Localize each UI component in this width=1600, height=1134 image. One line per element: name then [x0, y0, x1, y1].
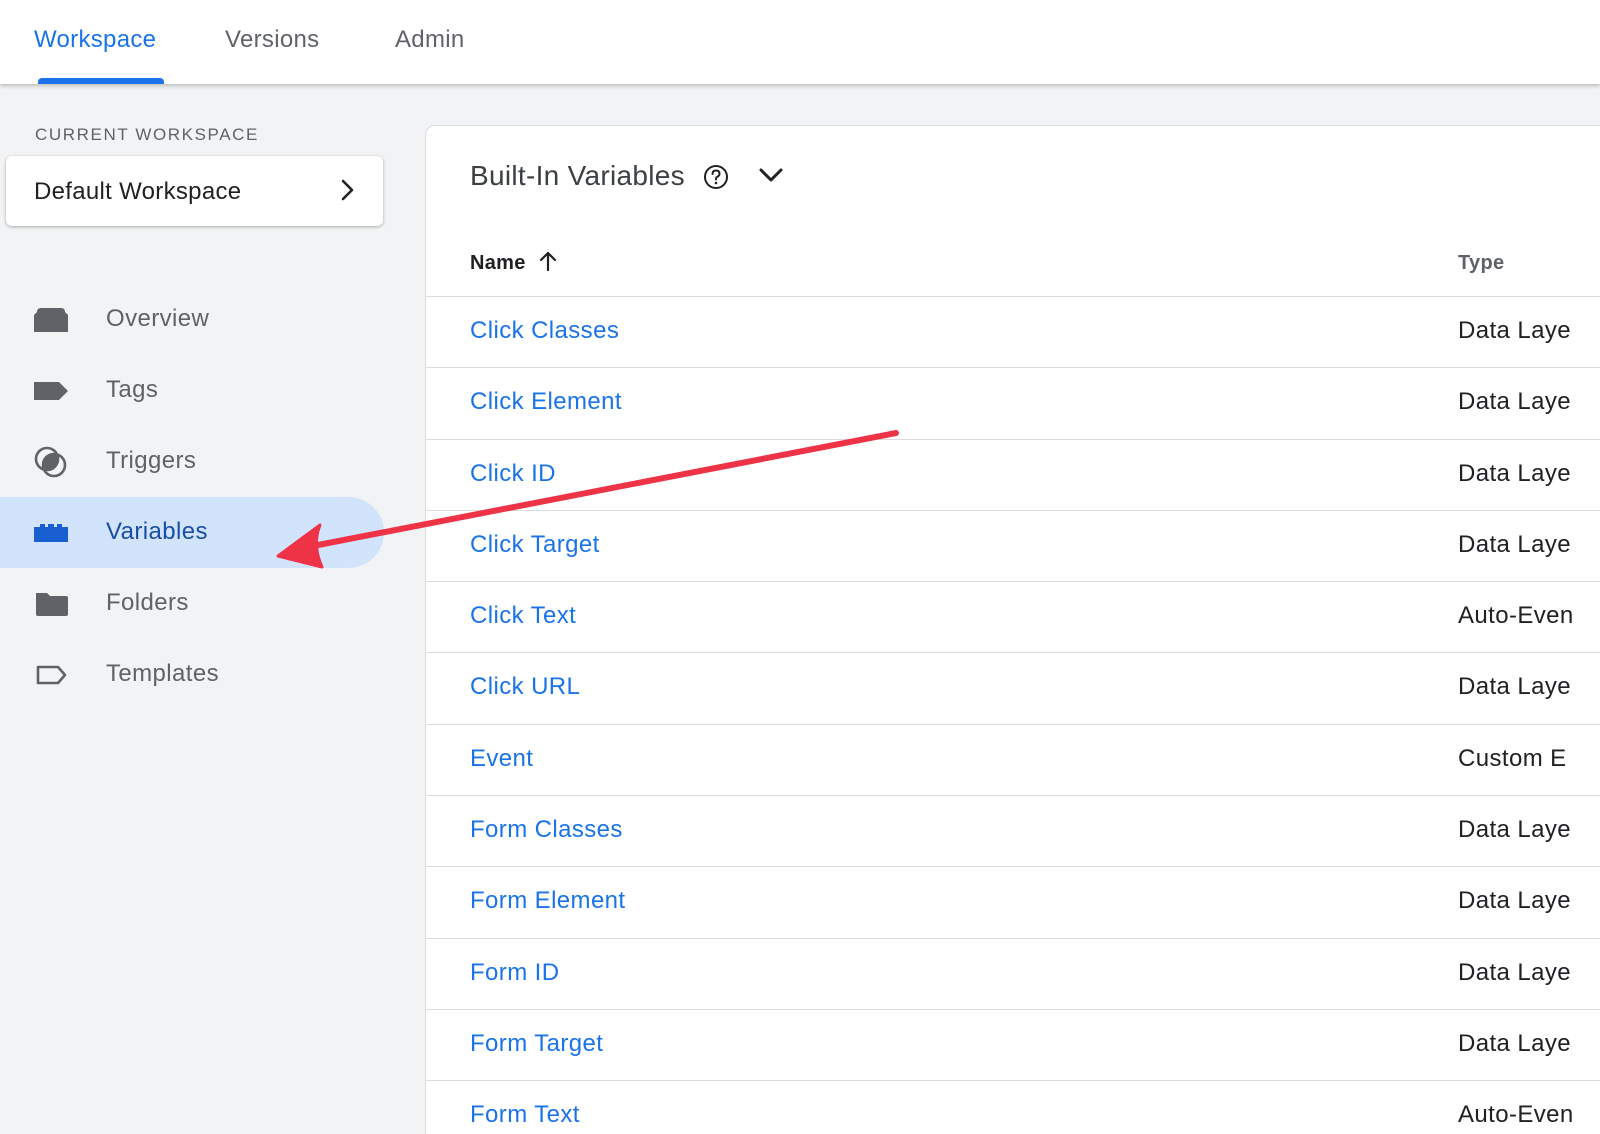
tab-versions[interactable]: Versions	[225, 26, 319, 54]
variable-type: Auto-Even	[1458, 1101, 1574, 1129]
variable-name-link[interactable]: Click Classes	[470, 317, 619, 345]
variable-name-link[interactable]: Click Target	[470, 531, 600, 559]
column-header-type: Type	[1458, 252, 1505, 274]
variable-type: Data Laye	[1458, 887, 1572, 915]
variable-name-link[interactable]: Click Element	[470, 388, 622, 416]
variables-table: Click Classes Data Laye Click Element Da…	[426, 297, 1600, 1134]
workspace-name: Default Workspace	[34, 178, 242, 205]
card-title: Built-In Variables	[470, 160, 685, 191]
variable-name-link[interactable]: Form ID	[470, 959, 559, 987]
column-header-name[interactable]: Name	[470, 252, 526, 275]
variable-type: Data Laye	[1458, 317, 1572, 344]
variable-name-link[interactable]: Click Text	[470, 602, 576, 630]
variable-type: Data Laye	[1458, 958, 1572, 986]
variables-icon	[34, 524, 68, 542]
active-tab-indicator	[38, 78, 164, 84]
variable-type: Data Laye	[1458, 530, 1572, 558]
table-row: Click Element Data Laye	[426, 368, 1600, 440]
table-row: Click Target Data Laye	[426, 511, 1600, 583]
variable-name-link[interactable]: Click ID	[470, 460, 556, 488]
trigger-icon	[34, 446, 67, 478]
workspace-selector[interactable]: Default Workspace	[6, 156, 383, 226]
table-row: Click Classes Data Laye	[426, 297, 1600, 369]
sidebar-item-label: Templates	[106, 660, 219, 687]
sidebar-item-variables[interactable]: Variables	[0, 497, 384, 568]
overview-icon	[34, 308, 68, 332]
variable-type: Data Laye	[1458, 673, 1572, 701]
built-in-variables-card: Built-In Variables Name Type Click Class…	[425, 125, 1600, 1134]
variable-type: Data Laye	[1458, 388, 1572, 416]
sidebar-item-overview[interactable]: Overview	[0, 284, 384, 355]
chevron-right-icon	[341, 179, 354, 201]
table-row: Form Classes Data Laye	[426, 796, 1600, 868]
sidebar-item-tags[interactable]: Tags	[0, 355, 384, 426]
template-icon	[36, 665, 67, 685]
tab-workspace[interactable]: Workspace	[34, 26, 156, 54]
variable-name-link[interactable]: Event	[470, 745, 533, 773]
sidebar-item-templates[interactable]: Templates	[0, 639, 384, 710]
tag-icon	[34, 382, 68, 400]
current-workspace-label: CURRENT WORKSPACE	[35, 125, 259, 144]
sidebar-item-folders[interactable]: Folders	[0, 568, 384, 639]
variable-type: Custom E	[1458, 744, 1567, 772]
folder-icon	[36, 593, 68, 616]
variable-name-link[interactable]: Form Element	[470, 887, 626, 915]
variable-name-link[interactable]: Form Target	[470, 1030, 603, 1058]
table-row: Event Custom E	[426, 725, 1600, 797]
help-icon[interactable]	[703, 164, 729, 190]
table-row: Form Text Auto-Even	[426, 1081, 1600, 1134]
sidebar-item-label: Triggers	[106, 447, 197, 474]
table-row: Form ID Data Laye	[426, 939, 1600, 1010]
sidebar-item-label: Folders	[106, 589, 189, 616]
table-row: Form Element Data Laye	[426, 867, 1600, 939]
table-row: Form Target Data Laye	[426, 1010, 1600, 1082]
tab-admin[interactable]: Admin	[395, 26, 465, 54]
variable-type: Data Laye	[1458, 459, 1572, 487]
variable-name-link[interactable]: Form Text	[470, 1101, 580, 1129]
table-row: Click URL Data Laye	[426, 653, 1600, 725]
variable-name-link[interactable]: Form Classes	[470, 816, 623, 844]
top-navigation-bar: Workspace Versions Admin	[0, 0, 1600, 84]
table-row: Click Text Auto-Even	[426, 582, 1600, 654]
sidebar-item-label: Variables	[106, 518, 208, 545]
variable-type: Auto-Even	[1458, 602, 1574, 630]
variable-name-link[interactable]: Click URL	[470, 673, 580, 701]
sidebar-item-label: Overview	[106, 305, 210, 332]
chevron-down-icon[interactable]	[756, 160, 786, 190]
variable-type: Data Laye	[1458, 1029, 1572, 1057]
table-row: Click ID Data Laye	[426, 440, 1600, 511]
sidebar-item-label: Tags	[106, 376, 159, 403]
variable-type: Data Laye	[1458, 816, 1572, 844]
sort-ascending-icon[interactable]	[536, 249, 560, 273]
sidebar-item-triggers[interactable]: Triggers	[0, 426, 384, 497]
